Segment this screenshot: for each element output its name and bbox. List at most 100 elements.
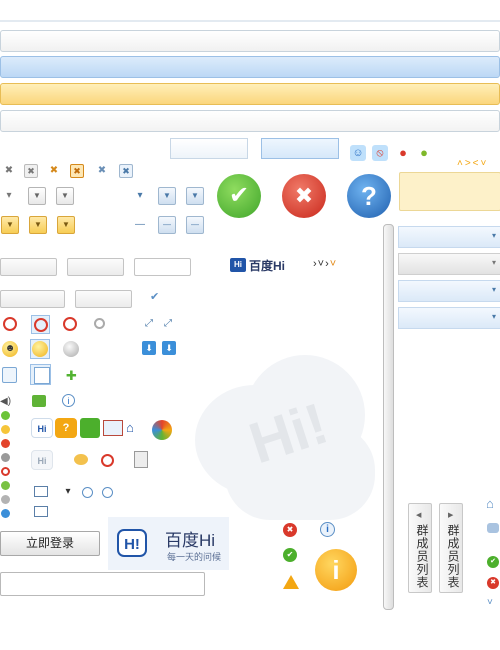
blocked-icon-pressed[interactable] bbox=[63, 317, 77, 331]
logo-text-small: 百度Hi bbox=[249, 259, 286, 273]
dropdown-bar-4[interactable]: ▾ bbox=[398, 307, 500, 329]
group-blocked-icon[interactable]: ⦸ bbox=[372, 145, 388, 161]
status-busy-icon bbox=[1, 439, 10, 448]
input-bar-highlighted[interactable] bbox=[0, 83, 500, 105]
input-bar-plain[interactable] bbox=[0, 110, 500, 132]
dropdown-button-yellow-pressed[interactable]: ▼ bbox=[57, 216, 75, 234]
logo-slogan: 每一天的问候 bbox=[167, 552, 222, 562]
tab-normal[interactable] bbox=[170, 138, 248, 159]
member-list-tab-collapsed[interactable]: ▶ 群成员列表 bbox=[439, 503, 463, 593]
input-bar-normal[interactable] bbox=[0, 30, 500, 52]
member-list-label-2: 群成员列表 bbox=[446, 524, 460, 589]
vertical-scrollbar[interactable] bbox=[383, 224, 394, 610]
input-bar-selected[interactable] bbox=[0, 56, 500, 78]
plus-icon[interactable]: ✚ bbox=[66, 368, 77, 384]
colorful-app-icon[interactable] bbox=[152, 420, 172, 440]
group-icon[interactable]: ☺ bbox=[350, 145, 366, 161]
dropdown-button-yellow[interactable]: ▼ bbox=[1, 216, 19, 234]
dropdown-button-yellow-hover[interactable]: ▼ bbox=[29, 216, 47, 234]
login-button[interactable]: 立即登录 bbox=[0, 531, 100, 556]
nav-arrows[interactable]: ˄˃˂˅ bbox=[457, 158, 488, 169]
text-field-5[interactable] bbox=[75, 290, 132, 308]
status-gray-icon bbox=[1, 495, 10, 504]
close-icon[interactable]: ✖ bbox=[3, 165, 15, 177]
dropdown-button-blue[interactable]: ▼ bbox=[158, 187, 176, 205]
expand-icon[interactable]: ⤢ bbox=[143, 318, 155, 330]
chevron-down-blue-icon[interactable]: ▾ bbox=[134, 190, 146, 202]
info-large-icon: i bbox=[315, 549, 357, 591]
smiley-blue-icon[interactable] bbox=[82, 487, 93, 498]
blocked-icon-hover[interactable] bbox=[31, 315, 50, 334]
note-icon-hover[interactable] bbox=[30, 364, 51, 385]
chevron-left-icon: ◀ bbox=[416, 512, 422, 519]
close-icon-orange-hover[interactable]: ✖ bbox=[70, 164, 84, 178]
check-circle-icon: ✔ bbox=[487, 556, 499, 568]
text-field-3[interactable] bbox=[134, 258, 191, 276]
smiley-icon-hover[interactable] bbox=[30, 339, 50, 359]
minus-icon[interactable]: — bbox=[134, 219, 146, 231]
chevron-down-small-icon[interactable]: ▾ bbox=[62, 486, 74, 498]
close-icon-blue-hover[interactable]: ✖ bbox=[119, 164, 133, 178]
success-icon: ✔ bbox=[283, 548, 297, 562]
minus-button-pressed[interactable]: — bbox=[186, 216, 204, 234]
chevron-down-blue-small-icon[interactable]: ˅ bbox=[487, 597, 493, 608]
error-icon: ✖ bbox=[283, 523, 297, 537]
text-input[interactable] bbox=[0, 572, 205, 596]
document-icon[interactable] bbox=[134, 451, 148, 468]
member-list-tab[interactable]: ◀ 群成员列表 bbox=[408, 503, 432, 593]
close-icon-hover[interactable]: ✖ bbox=[24, 164, 38, 178]
chat-bubble-icon[interactable] bbox=[74, 454, 88, 465]
question-bubble-icon: ? bbox=[347, 174, 391, 218]
chevron-right-icon: ▶ bbox=[448, 512, 454, 519]
text-field-4[interactable] bbox=[0, 290, 65, 308]
text-field-2[interactable] bbox=[67, 258, 124, 276]
speaker-icon: ◀) bbox=[0, 396, 12, 407]
check-icon-small: ✔ bbox=[150, 291, 160, 303]
hi-gray-icon[interactable]: Hi bbox=[31, 450, 53, 470]
dropdown-button[interactable]: ▼ bbox=[28, 187, 46, 205]
tab-active[interactable] bbox=[261, 138, 339, 159]
book-icon[interactable] bbox=[103, 420, 123, 436]
dropdown-button-blue-pressed[interactable]: ▼ bbox=[186, 187, 204, 205]
help-app-icon[interactable]: ? bbox=[55, 418, 77, 438]
chat-blocked-icon[interactable] bbox=[101, 454, 114, 467]
text-field-1[interactable] bbox=[0, 258, 57, 276]
mail-icon[interactable] bbox=[34, 486, 48, 497]
info-circle-icon[interactable]: i bbox=[62, 394, 75, 407]
comment-icon[interactable] bbox=[487, 523, 499, 533]
smiley-blue-icon-alt[interactable] bbox=[102, 487, 113, 498]
blocked-icon[interactable] bbox=[3, 317, 17, 331]
download-icon-alt[interactable]: ⬇ bbox=[162, 341, 176, 355]
status-blocked-icon bbox=[1, 467, 10, 476]
dropdown-bar-3[interactable]: ▾ bbox=[398, 280, 500, 302]
arrow-glyphs[interactable]: ›˅›˅ bbox=[313, 258, 337, 270]
smiley-icon[interactable]: ☻ bbox=[2, 341, 18, 357]
user-red-icon[interactable]: ● bbox=[395, 145, 411, 161]
shopping-bag-icon[interactable] bbox=[80, 418, 100, 438]
download-icon[interactable]: ⬇ bbox=[142, 341, 156, 355]
note-icon[interactable] bbox=[2, 367, 17, 383]
close-icon-blue[interactable]: ✖ bbox=[96, 165, 108, 177]
close-icon-orange[interactable]: ✖ bbox=[48, 165, 60, 177]
expand-icon-alt[interactable]: ⤢ bbox=[162, 318, 174, 330]
hi-app-icon[interactable]: Hi bbox=[31, 418, 53, 438]
top-divider bbox=[0, 20, 500, 22]
mail-image-icon[interactable] bbox=[34, 506, 48, 517]
dropdown-bar-1[interactable]: ▾ bbox=[398, 226, 500, 248]
dropdown-button-pressed[interactable]: ▼ bbox=[56, 187, 74, 205]
user-green-icon[interactable]: ● bbox=[416, 145, 432, 161]
hi-watermark: Hi! bbox=[185, 315, 380, 525]
home-icon[interactable]: ⌂ bbox=[486, 496, 494, 511]
dropdown-bar-2[interactable]: ▾ bbox=[398, 253, 500, 275]
baidu-hi-logo-large: H! 百度Hi 每一天的问候 bbox=[108, 517, 229, 570]
mail-green-icon[interactable] bbox=[32, 395, 46, 407]
member-list-label: 群成员列表 bbox=[415, 524, 429, 589]
close-circle-icon: ✖ bbox=[487, 577, 499, 589]
home-app-icon[interactable]: ⌂ bbox=[126, 420, 148, 438]
smiley-icon-gray bbox=[63, 341, 79, 357]
warning-icon bbox=[283, 575, 299, 589]
status-online-icon bbox=[1, 411, 10, 420]
status-blue-icon bbox=[1, 509, 10, 518]
minus-button[interactable]: — bbox=[158, 216, 176, 234]
chevron-down-icon[interactable]: ▾ bbox=[3, 190, 15, 202]
